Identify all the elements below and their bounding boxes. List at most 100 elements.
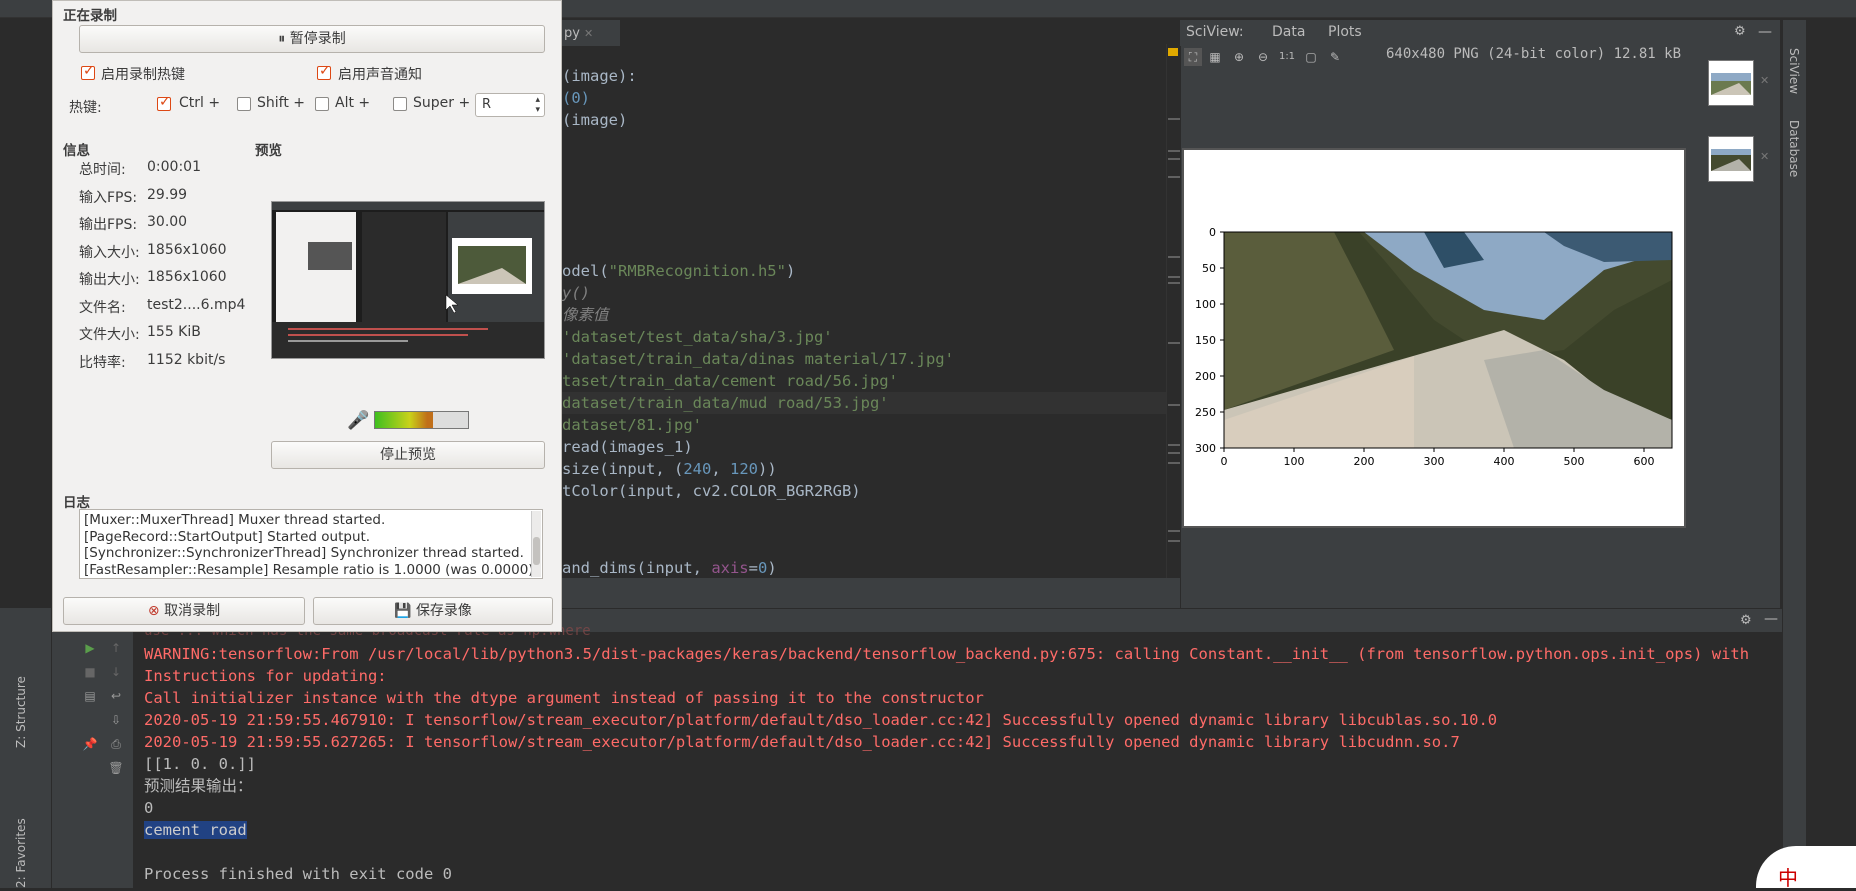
info-label: 输入大小: xyxy=(79,244,140,261)
save-recording-button[interactable]: 💾 保存录像 xyxy=(313,597,553,625)
plot-thumbnails: ✕ ✕ xyxy=(1690,52,1780,192)
hotkey-checkbox-label: 启用录制热键 xyxy=(101,67,185,83)
ide-window: py ✕ (image): (0) (image) odel("RMBRecogniti… xyxy=(0,0,1856,890)
sciview-side-tab[interactable]: SciView xyxy=(1787,48,1801,94)
close-icon[interactable]: ✕ xyxy=(1760,74,1769,87)
console-line: 2020-05-19 21:59:55.627265: I tensorflow… xyxy=(144,733,1460,751)
pause-recording-button[interactable]: ⏸ 暂停录制 xyxy=(79,25,545,53)
log-line: [PageRecord::StartOutput] Started output… xyxy=(84,528,371,545)
gutter-mark xyxy=(1168,118,1180,120)
background-icon[interactable]: ▢ xyxy=(1302,48,1320,66)
gutter-mark xyxy=(1168,256,1180,258)
info-value: 1856x1060 xyxy=(147,269,227,285)
info-label: 输入FPS: xyxy=(79,189,138,206)
super-label: Super + xyxy=(413,95,471,111)
log-scrollbar[interactable] xyxy=(531,511,541,577)
gutter-mark xyxy=(1168,158,1180,160)
editor-scroll-gutter[interactable] xyxy=(1166,44,1180,579)
x-tick-label: 100 xyxy=(1284,455,1305,468)
ctrl-checkbox[interactable] xyxy=(157,94,171,111)
run-toolbar: ▶ ↑ ■ ↓ ▤ ↩ ⇩ 📌 ⎙ 🗑 xyxy=(52,632,134,888)
wrap-icon[interactable]: ↩ xyxy=(108,688,124,704)
log-line: [Synchronizer::SynchronizerThread] Synch… xyxy=(84,545,524,561)
pin-icon[interactable]: 📌 xyxy=(82,736,98,752)
key-select[interactable]: R ▴ ▾ xyxy=(475,93,545,117)
print-icon[interactable]: ⎙ xyxy=(108,736,124,752)
info-label: 比特率: xyxy=(79,354,126,371)
gear-icon[interactable]: ⚙ xyxy=(1734,24,1746,39)
zoom-in-icon[interactable]: ⊕ xyxy=(1230,48,1248,66)
trash-icon[interactable]: 🗑 xyxy=(108,760,124,776)
y-tick-label: 250 xyxy=(1195,406,1216,419)
info-value: 29.99 xyxy=(147,186,188,203)
tab-plots[interactable]: Plots xyxy=(1328,24,1362,40)
spinner-icon[interactable]: ▴ ▾ xyxy=(535,95,540,115)
console-line: Process finished with exit code 0 xyxy=(144,865,452,883)
editor-bottom-bar xyxy=(560,578,1180,608)
tab-data[interactable]: Data xyxy=(1272,24,1305,40)
pause-icon: ⏸ xyxy=(278,31,286,47)
alt-label: Alt + xyxy=(335,95,371,111)
fit-icon[interactable]: ⛶ xyxy=(1184,48,1202,66)
super-checkbox[interactable] xyxy=(393,97,407,111)
recording-preview xyxy=(271,201,545,359)
info-value: test2....6.mp4 xyxy=(147,296,246,313)
thumbnail-1[interactable] xyxy=(1708,60,1754,106)
y-tick-label: 0 xyxy=(1209,226,1216,239)
gutter-mark xyxy=(1168,530,1180,532)
gear-icon[interactable]: ⚙ xyxy=(1740,613,1752,628)
hotkey-label: 热键: xyxy=(69,100,102,116)
image-info: 640x480 PNG (24-bit color) 12.81 kB xyxy=(1386,46,1682,62)
code-line: (image): xyxy=(562,67,637,85)
code-line: (0) xyxy=(562,89,590,107)
preview-heading: 预览 xyxy=(255,143,282,159)
editor-tab[interactable]: py ✕ xyxy=(560,20,620,46)
plot-image[interactable]: 0 100 200 300 400 500 600 0 50 100 150 200 250 300 xyxy=(1182,148,1686,528)
gutter-mark xyxy=(1168,176,1180,178)
y-ticks: 0 50 100 150 200 250 300 xyxy=(1195,226,1224,455)
close-icon[interactable]: ✕ xyxy=(584,27,593,40)
sound-notify-checkbox[interactable] xyxy=(317,63,331,80)
zoom-out-icon[interactable]: ⊖ xyxy=(1254,48,1272,66)
gutter-mark xyxy=(1168,282,1180,284)
favorites-side-tab[interactable]: 2: Favorites xyxy=(14,818,28,888)
actual-size-icon[interactable]: 1:1 xyxy=(1278,48,1296,66)
minimize-icon[interactable]: — xyxy=(1764,611,1778,627)
grid-icon[interactable]: ▦ xyxy=(1206,48,1224,66)
info-value: 1152 kbit/s xyxy=(147,351,226,368)
layout-icon[interactable]: ▤ xyxy=(82,688,98,704)
shift-checkbox[interactable] xyxy=(237,97,251,111)
sciview-header: SciView: Data Plots ⚙ — xyxy=(1180,20,1780,46)
thumbnail-2[interactable] xyxy=(1708,136,1754,182)
plot-svg: 0 100 200 300 400 500 600 0 50 100 150 200 250 300 xyxy=(1195,226,1673,468)
code-line: 'dataset/train_data/dinas material/17.jp… xyxy=(562,350,954,368)
selected-text[interactable]: cement road xyxy=(144,821,247,839)
scroll-end-icon[interactable]: ⇩ xyxy=(108,712,124,728)
microphone-icon: 🎤 xyxy=(347,410,370,431)
gutter-mark xyxy=(1168,276,1180,278)
database-side-tab[interactable]: Database xyxy=(1787,120,1801,177)
stop-icon[interactable]: ■ xyxy=(82,664,98,680)
up-icon[interactable]: ↑ xyxy=(108,640,124,656)
warning-marker-icon[interactable] xyxy=(1168,48,1178,56)
run-icon[interactable]: ▶ xyxy=(82,640,98,656)
x-tick-label: 200 xyxy=(1354,455,1375,468)
console-line: 2020-05-19 21:59:55.467910: I tensorflow… xyxy=(144,711,1498,729)
shift-label: Shift + xyxy=(257,95,306,111)
structure-side-tab[interactable]: Z: Structure xyxy=(14,676,28,748)
info-value: 0:00:01 xyxy=(147,159,201,175)
log-box[interactable]: [Muxer::MuxerThread] Muxer thread starte… xyxy=(79,509,543,579)
cancel-recording-button[interactable]: ⊗ 取消录制 xyxy=(63,597,305,625)
color-picker-icon[interactable]: ✎ xyxy=(1326,48,1344,66)
stop-preview-button[interactable]: 停止预览 xyxy=(271,441,545,469)
alt-checkbox[interactable] xyxy=(315,97,329,111)
close-icon[interactable]: ✕ xyxy=(1760,150,1769,163)
gutter-mark xyxy=(1168,150,1180,152)
minimize-icon[interactable]: — xyxy=(1758,24,1772,40)
code-line: (image) xyxy=(562,111,628,129)
audio-level-meter xyxy=(374,411,469,429)
down-icon[interactable]: ↓ xyxy=(108,664,124,680)
sound-notify-label: 启用声音通知 xyxy=(338,67,422,83)
hotkey-checkbox[interactable] xyxy=(81,63,95,80)
log-scroll-thumb[interactable] xyxy=(533,537,540,565)
